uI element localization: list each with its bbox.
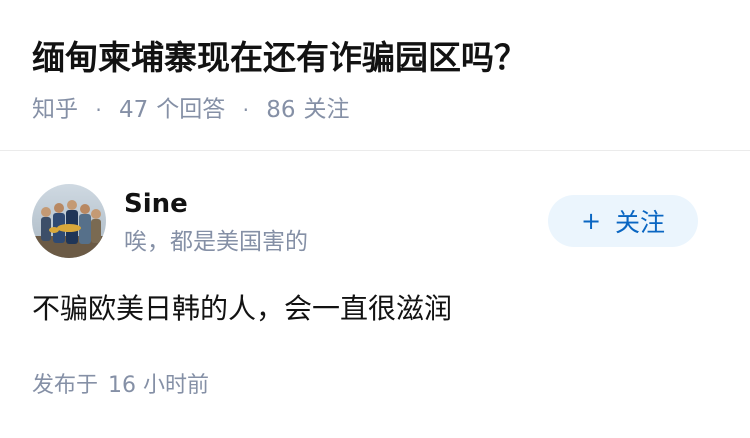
answer-count: 47 <box>118 96 149 123</box>
question-meta: 知乎 · 47 个回答 · 86 关注 <box>32 92 718 127</box>
group-photo-avatar-icon <box>32 184 106 258</box>
author-bio: 唉，都是美国害的 <box>124 229 308 255</box>
answer-count-label: 个回答 <box>156 96 226 123</box>
source-label[interactable]: 知乎 <box>32 97 78 123</box>
follower-count: 86 <box>266 96 296 123</box>
publish-time-value: 16 小时前 <box>108 373 210 398</box>
meta-separator: · <box>95 97 102 122</box>
question-title[interactable]: 缅甸柬埔寨现在还有诈骗园区吗？ <box>32 30 718 86</box>
follow-button[interactable]: + 关注 <box>548 195 698 247</box>
author-row: Sine 唉，都是美国害的 + 关注 <box>32 183 718 259</box>
answer-card: Sine 唉，都是美国害的 + 关注 不骗欧美日韩的人，会一直很滋润 发布于 16… <box>32 183 718 398</box>
plus-icon: + <box>580 207 602 235</box>
meta-separator: · <box>242 97 249 122</box>
zhihu-answer-page: 缅甸柬埔寨现在还有诈骗园区吗？ 知乎 · 47 个回答 · 86 关注 Sine… <box>0 0 750 438</box>
follow-button-label: 关注 <box>615 208 666 237</box>
author-name[interactable]: Sine <box>124 186 188 222</box>
section-divider <box>0 150 750 151</box>
avatar[interactable] <box>32 184 106 258</box>
answer-content[interactable]: 不骗欧美日韩的人，会一直很滋润 <box>32 289 452 329</box>
follower-count-label: 关注 <box>303 96 350 123</box>
publish-time: 发布于 16 小时前 <box>32 369 209 403</box>
question-header: 缅甸柬埔寨现在还有诈骗园区吗？ 知乎 · 47 个回答 · 86 关注 <box>32 30 718 127</box>
publish-label: 发布于 <box>32 373 99 398</box>
